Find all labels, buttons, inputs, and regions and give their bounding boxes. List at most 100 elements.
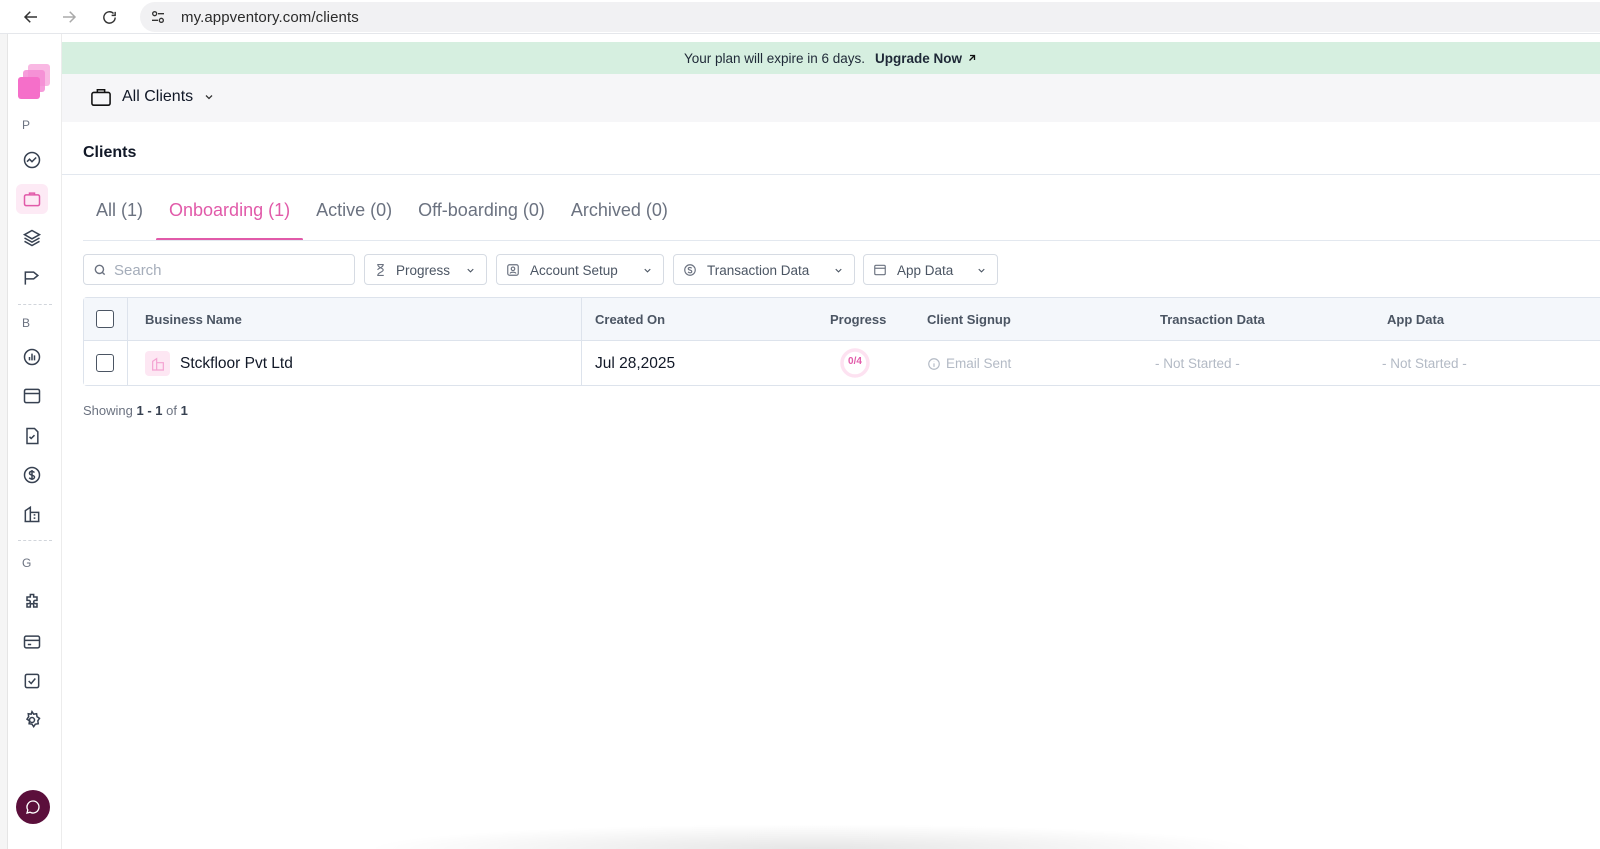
sidebar-divider xyxy=(18,540,52,541)
chevron-down-icon xyxy=(205,95,213,100)
created-on: Jul 28,2025 xyxy=(595,355,676,372)
sidebar: P B G xyxy=(8,34,62,849)
transaction-data-filter-label[interactable]: Transaction Data xyxy=(707,263,809,278)
chevron-down-icon xyxy=(835,268,842,273)
briefcase-icon xyxy=(23,192,41,207)
divider xyxy=(62,174,1600,175)
account-setup-filter-label[interactable]: Account Setup xyxy=(530,263,618,278)
calendar-icon xyxy=(874,264,886,276)
app-logo[interactable] xyxy=(18,64,54,100)
chevron-down-icon xyxy=(644,268,651,273)
tab-active[interactable]: Active (0) xyxy=(303,184,405,240)
chat-support-button[interactable] xyxy=(16,790,50,824)
sidebar-section-p: P xyxy=(22,118,31,132)
plan-expiry-banner: Your plan will expire in 6 days. Upgrade… xyxy=(62,42,1600,74)
divider xyxy=(83,240,1600,241)
pagination-total: 1 xyxy=(180,403,188,418)
column-divider xyxy=(127,298,128,340)
sidebar-divider xyxy=(18,304,52,305)
column-divider xyxy=(127,341,128,385)
status-tabs: All (1) Onboarding (1) Active (0) Off-bo… xyxy=(83,184,681,241)
business-icon xyxy=(145,351,170,376)
dollar-icon[interactable] xyxy=(20,463,44,487)
dollar-icon xyxy=(684,264,696,276)
client-switcher[interactable]: All Clients xyxy=(90,87,215,107)
chat-icon xyxy=(26,800,40,814)
app-data-filter[interactable]: App Data xyxy=(863,254,998,285)
tab-archived[interactable]: Archived (0) xyxy=(558,184,681,240)
clients-table: Business Name Created On Progress Client… xyxy=(83,297,1600,386)
column-header-app-data[interactable]: App Data xyxy=(1387,312,1444,327)
tab-off-boarding[interactable]: Off-boarding (0) xyxy=(405,184,558,240)
footer-shadow xyxy=(362,824,1262,849)
app-data-filter-label[interactable]: App Data xyxy=(897,263,953,278)
forward-arrow-icon[interactable] xyxy=(58,6,80,28)
file-check-icon[interactable] xyxy=(20,424,44,448)
upgrade-label[interactable]: Upgrade Now xyxy=(875,51,962,66)
progress-filter-label[interactable]: Progress xyxy=(396,263,450,278)
client-switcher-bar: All Clients xyxy=(62,74,1600,122)
back-arrow-icon[interactable] xyxy=(20,6,42,28)
main-content: Your plan will expire in 6 days. Upgrade… xyxy=(62,34,1600,849)
sidebar-section-b: B xyxy=(22,316,31,330)
column-header-client-signup[interactable]: Client Signup xyxy=(927,312,1011,327)
row-checkbox[interactable] xyxy=(96,354,114,372)
column-header-business-name[interactable]: Business Name xyxy=(145,312,242,327)
hourglass-icon xyxy=(377,264,384,276)
app-data-status: - Not Started - xyxy=(1382,356,1467,371)
chart-icon[interactable] xyxy=(20,345,44,369)
transaction-data-status: - Not Started - xyxy=(1155,356,1240,371)
checkbox-icon[interactable] xyxy=(20,669,44,693)
briefcase-icon xyxy=(91,88,111,106)
client-switcher-label[interactable]: All Clients xyxy=(122,88,193,106)
megaphone-icon[interactable] xyxy=(20,266,44,290)
table-header: Business Name Created On Progress Client… xyxy=(84,298,1600,341)
chevron-down-icon xyxy=(978,268,985,273)
table-row[interactable]: Stckfloor Pvt Ltd Jul 28,2025 0/4 Email … xyxy=(84,341,1600,385)
address-bar[interactable]: my.appventory.com/clients xyxy=(140,2,1600,32)
sidebar-section-g: G xyxy=(22,556,32,570)
upgrade-now-link[interactable]: Upgrade Now xyxy=(875,51,978,66)
search-input[interactable] xyxy=(114,260,344,280)
layers-icon[interactable] xyxy=(20,226,44,250)
puzzle-icon[interactable] xyxy=(20,590,44,614)
building-icon[interactable] xyxy=(20,502,44,526)
pagination-of: of xyxy=(166,403,177,418)
column-divider xyxy=(581,298,582,340)
tab-onboarding[interactable]: Onboarding (1) xyxy=(156,184,304,241)
window-edge xyxy=(0,34,8,849)
arrow-up-right-icon xyxy=(969,54,976,61)
calendar-icon[interactable] xyxy=(20,384,44,408)
transaction-data-filter[interactable]: Transaction Data xyxy=(673,254,855,285)
tab-all[interactable]: All (1) xyxy=(83,184,156,240)
client-signup-status: Email Sent xyxy=(927,356,1011,371)
sidebar-item-clients[interactable] xyxy=(16,184,48,214)
column-divider xyxy=(581,341,582,385)
banner-message: Your plan will expire in 6 days. xyxy=(683,50,866,66)
search-box[interactable] xyxy=(83,254,355,285)
gear-icon[interactable] xyxy=(20,708,44,732)
chevron-down-icon xyxy=(467,268,474,273)
select-all-checkbox[interactable] xyxy=(96,310,114,328)
business-name[interactable]: Stckfloor Pvt Ltd xyxy=(180,355,293,373)
page-title: Clients xyxy=(83,144,137,161)
pagination-range: 1 - 1 xyxy=(136,403,163,418)
activity-icon[interactable] xyxy=(20,148,44,172)
user-card-icon xyxy=(507,264,519,276)
search-icon xyxy=(94,264,106,276)
progress-filter[interactable]: Progress xyxy=(364,254,487,285)
url-text[interactable]: my.appventory.com/clients xyxy=(181,9,359,26)
pagination-summary: Showing 1 - 1 of 1 xyxy=(83,403,188,418)
progress-value: 0/4 xyxy=(848,356,862,367)
credit-card-icon[interactable] xyxy=(20,630,44,654)
pagination-prefix: Showing xyxy=(83,403,133,418)
browser-toolbar: my.appventory.com/clients xyxy=(0,0,1600,34)
site-settings-icon[interactable] xyxy=(150,9,166,30)
reload-icon[interactable] xyxy=(98,6,120,28)
column-header-created-on[interactable]: Created On xyxy=(595,312,665,327)
info-icon xyxy=(928,357,940,370)
client-signup-text: Email Sent xyxy=(946,356,1012,371)
column-header-transaction-data[interactable]: Transaction Data xyxy=(1160,312,1265,327)
account-setup-filter[interactable]: Account Setup xyxy=(496,254,664,285)
column-header-progress[interactable]: Progress xyxy=(830,312,886,327)
